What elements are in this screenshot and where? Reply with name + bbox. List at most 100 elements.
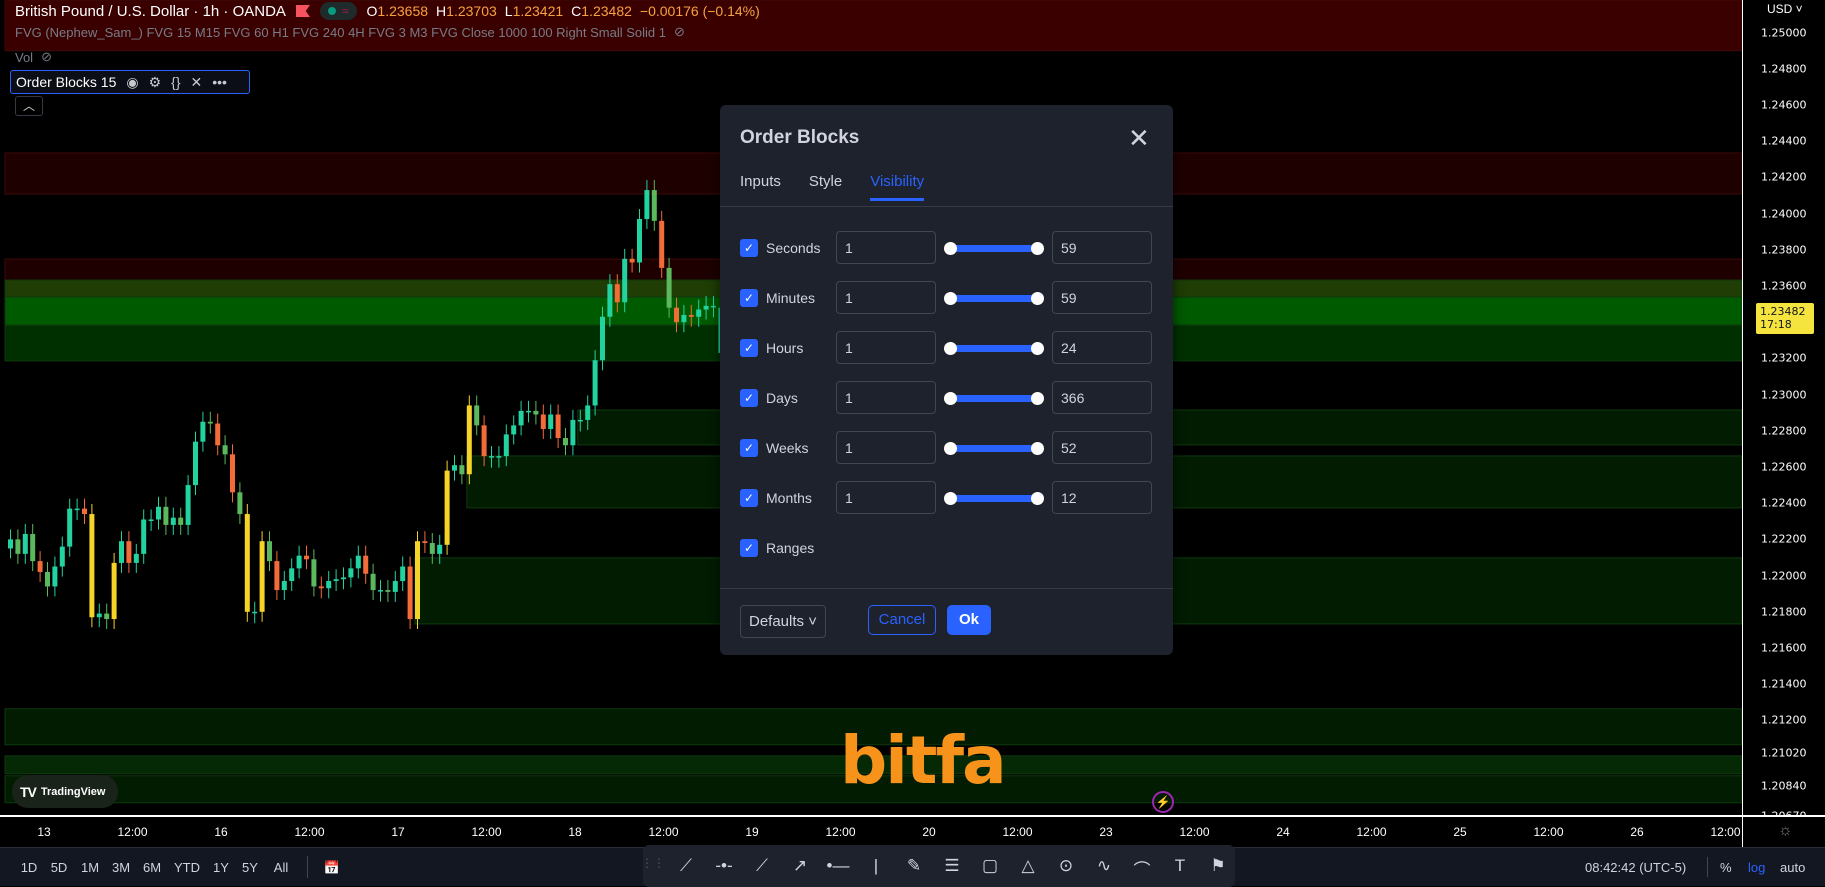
eye-hidden-icon[interactable]: ⊘: [41, 49, 52, 65]
gear-icon[interactable]: ⚙: [149, 74, 162, 91]
range-5y[interactable]: 5Y: [242, 860, 258, 875]
vertical-line-icon[interactable]: |: [874, 856, 878, 876]
more-icon[interactable]: •••: [212, 74, 227, 90]
slider-max-handle[interactable]: [1031, 341, 1044, 355]
defaults-dropdown[interactable]: Defaults ˅: [740, 605, 826, 638]
range-1y[interactable]: 1Y: [213, 860, 229, 875]
tab-inputs[interactable]: Inputs: [740, 173, 781, 201]
eye-icon[interactable]: ◉: [126, 74, 138, 91]
min-input[interactable]: [836, 381, 936, 414]
range-slider[interactable]: [944, 241, 1044, 255]
min-input[interactable]: [836, 281, 936, 314]
slider-max-handle[interactable]: [1031, 241, 1044, 255]
source-code-icon[interactable]: {}: [171, 74, 180, 90]
cancel-button[interactable]: Cancel: [868, 605, 936, 635]
slider-min-handle[interactable]: [944, 291, 957, 305]
row-checkbox[interactable]: ✓: [740, 288, 758, 307]
slider-max-handle[interactable]: [1031, 391, 1044, 405]
fvg-legend[interactable]: FVG (Nephew_Sam_) FVG 15 M15 FVG 60 H1 F…: [15, 24, 685, 40]
clock[interactable]: 08:42:42 (UTC-5): [1585, 860, 1686, 875]
horizontal-line-icon[interactable]: •—: [827, 856, 850, 876]
trend-line-icon[interactable]: ⟋: [680, 856, 692, 876]
max-input[interactable]: [1052, 231, 1152, 264]
ranges-checkbox[interactable]: ✓: [740, 538, 758, 557]
eye-hidden-icon[interactable]: ⊘: [674, 24, 685, 40]
slider-min-handle[interactable]: [944, 491, 957, 505]
min-input[interactable]: [836, 331, 936, 364]
chart-settings-icon[interactable]: ☼: [1778, 822, 1793, 840]
collapse-legend-button[interactable]: ︿: [15, 96, 43, 116]
row-checkbox[interactable]: ✓: [740, 238, 758, 257]
max-input[interactable]: [1052, 381, 1152, 414]
slider-max-handle[interactable]: [1031, 491, 1044, 505]
circle-icon[interactable]: ⊙: [1059, 856, 1073, 876]
text-icon[interactable]: T: [1175, 856, 1185, 876]
range-slider[interactable]: [944, 291, 1044, 305]
tab-visibility[interactable]: Visibility: [870, 173, 925, 201]
min-input[interactable]: [836, 231, 936, 264]
tab-style[interactable]: Style: [809, 173, 842, 201]
ray-icon[interactable]: ⟋: [756, 856, 768, 876]
symbol-title[interactable]: British Pound / U.S. Dollar · 1h · OANDA: [15, 3, 286, 20]
slider-track: [948, 294, 1040, 302]
max-input[interactable]: [1052, 331, 1152, 364]
min-input[interactable]: [836, 481, 936, 514]
row-checkbox[interactable]: ✓: [740, 338, 758, 357]
max-input[interactable]: [1052, 281, 1152, 314]
last-price: 1.23482: [1760, 305, 1806, 319]
range-slider[interactable]: [944, 341, 1044, 355]
slider-max-handle[interactable]: [1031, 441, 1044, 455]
range-1d[interactable]: 1D: [21, 860, 38, 875]
range-6m[interactable]: 6M: [143, 860, 161, 875]
ok-button[interactable]: Ok: [947, 605, 991, 635]
time-axis[interactable]: 13 12:00 16 12:00 17 12:00 18 12:00 19 12:00 20 12:…: [0, 815, 1825, 849]
curve-icon[interactable]: ⌒: [1134, 856, 1151, 881]
max-input[interactable]: [1052, 431, 1152, 464]
range-5d[interactable]: 5D: [51, 860, 68, 875]
row-checkbox[interactable]: ✓: [740, 488, 758, 507]
slider-min-handle[interactable]: [944, 441, 957, 455]
row-checkbox[interactable]: ✓: [740, 388, 758, 407]
max-input[interactable]: [1052, 481, 1152, 514]
slider-max-handle[interactable]: [1031, 291, 1044, 305]
calendar-goto-icon[interactable]: 📅: [324, 860, 340, 876]
fib-retracement-icon[interactable]: ☰: [944, 856, 959, 876]
path-icon[interactable]: ∿: [1097, 856, 1111, 876]
remove-icon[interactable]: ✕: [191, 74, 203, 91]
range-1m[interactable]: 1M: [81, 860, 99, 875]
range-slider[interactable]: [944, 491, 1044, 505]
bitfa-watermark: bitfa: [840, 722, 1007, 799]
auto-scale-toggle[interactable]: auto: [1780, 860, 1805, 875]
range-3m[interactable]: 3M: [112, 860, 130, 875]
log-scale-toggle[interactable]: log: [1748, 860, 1765, 875]
percent-scale-toggle[interactable]: %: [1720, 860, 1732, 875]
range-slider[interactable]: [944, 441, 1044, 455]
order-blocks-legend[interactable]: Order Blocks 15 ◉ ⚙ {} ✕ •••: [10, 70, 250, 94]
drag-handle-icon[interactable]: ⋮⋮: [641, 856, 665, 870]
range-all[interactable]: All: [274, 860, 288, 875]
candle-body: [363, 555, 369, 574]
bar-countdown: 17:18: [1760, 318, 1792, 332]
slider-min-handle[interactable]: [944, 341, 957, 355]
horizontal-ray-icon[interactable]: -•-: [715, 856, 732, 876]
vol-legend[interactable]: Vol ⊘: [15, 49, 52, 65]
brush-icon[interactable]: ✎: [907, 856, 921, 876]
triangle-icon[interactable]: △: [1021, 856, 1034, 876]
close-icon[interactable]: ✕: [1128, 123, 1150, 154]
tradingview-badge[interactable]: TV TradingView: [12, 775, 118, 808]
row-checkbox[interactable]: ✓: [740, 438, 758, 457]
lightning-icon[interactable]: ⚡: [1152, 791, 1174, 813]
candle-body: [30, 533, 36, 562]
market-status-pill[interactable]: ≈: [319, 2, 357, 20]
flag-icon[interactable]: [295, 5, 310, 17]
extended-line-icon[interactable]: ↗: [793, 856, 807, 876]
min-input[interactable]: [836, 431, 936, 464]
slider-min-handle[interactable]: [944, 241, 957, 255]
range-slider[interactable]: [944, 391, 1044, 405]
range-ytd[interactable]: YTD: [174, 860, 200, 875]
rectangle-icon[interactable]: ▢: [982, 856, 998, 876]
currency-selector[interactable]: USD ˅: [1767, 2, 1803, 16]
price-axis[interactable]: USD ˅ 1.25000 1.24800 1.24600 1.24400 1.2420…: [1742, 0, 1825, 823]
flag-icon[interactable]: ⚑: [1210, 856, 1225, 876]
slider-min-handle[interactable]: [944, 391, 957, 405]
